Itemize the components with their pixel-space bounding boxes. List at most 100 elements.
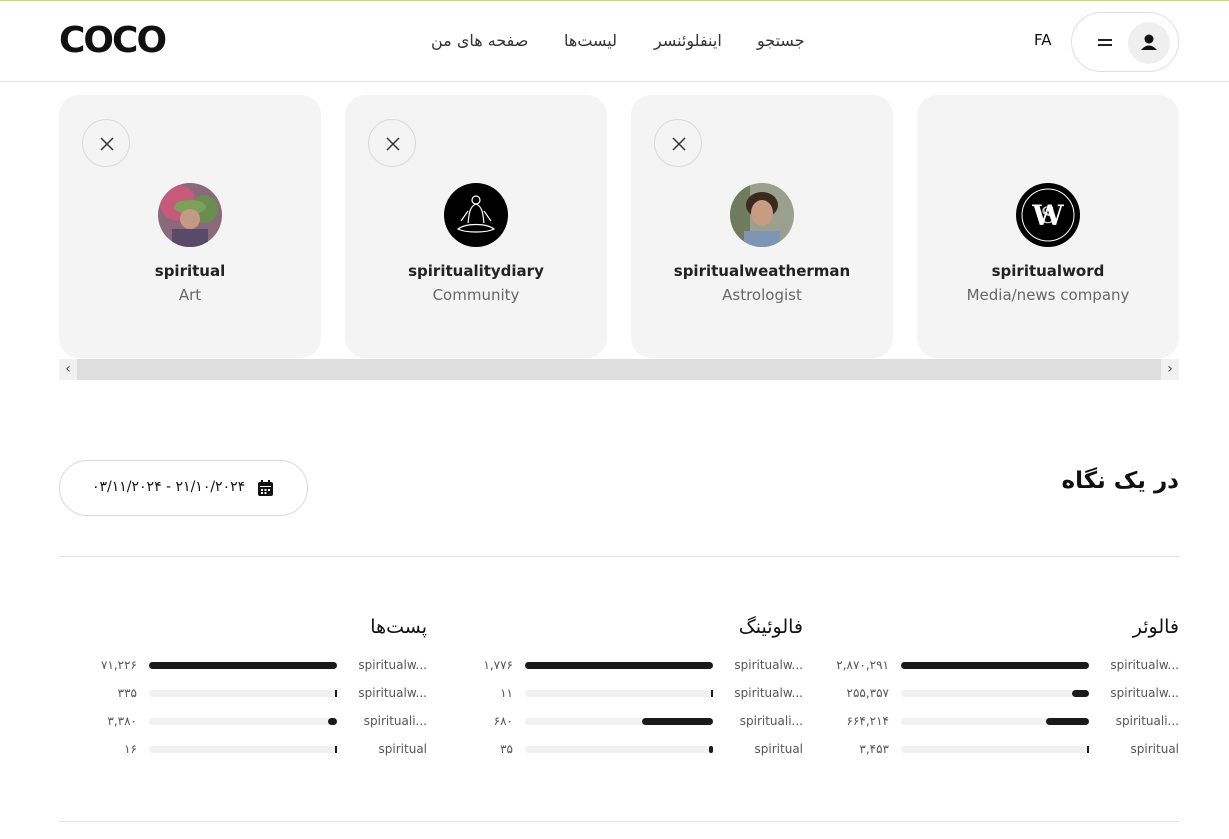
bar-track xyxy=(901,662,1089,669)
row-label: spiritual xyxy=(378,742,427,756)
horizontal-scrollbar[interactable]: ‹ › xyxy=(59,359,1179,380)
bar-track xyxy=(149,746,337,753)
profile-category: Art xyxy=(178,286,202,304)
row-value: ۲,۸۷۰,۲۹۱ xyxy=(836,658,889,672)
row-label: spiritualw... xyxy=(358,658,427,672)
row-value: ۲۵۵,۳۵۷ xyxy=(846,686,890,700)
bar-fill xyxy=(711,690,713,697)
profile-avatar xyxy=(444,183,508,247)
row-label: spiritual xyxy=(1130,742,1179,756)
stat-row: spiritualw... ۱۱ xyxy=(435,686,803,702)
bar-track xyxy=(525,718,713,725)
profile-category: Astrologist xyxy=(722,286,802,304)
close-icon xyxy=(100,137,114,151)
stat-row: spiritualw... ۲۵۵,۳۵۷ xyxy=(811,686,1180,702)
bar-track xyxy=(525,690,713,697)
row-label: spirituali... xyxy=(1115,714,1179,728)
profile-username[interactable]: spiritualword xyxy=(917,262,1179,280)
bar-track xyxy=(149,690,337,697)
bar-fill xyxy=(149,662,337,669)
profile-avatar xyxy=(158,183,222,247)
bar-fill xyxy=(335,690,337,697)
bar-track xyxy=(525,746,713,753)
stat-row: spiritual ۳,۴۵۳ xyxy=(811,742,1179,758)
posts-stats: پست‌ها spiritualw... ۷۱,۲۲۶ spiritualw..… xyxy=(59,614,427,764)
date-range-text: ۰۳/۱۱/۲۰۲۴ - ۲۱/۱۰/۲۰۲۴ xyxy=(92,479,246,495)
row-value: ۶۶۴,۲۱۴ xyxy=(846,714,890,728)
profile-category: Media/news company xyxy=(966,286,1130,304)
row-value: ۱,۷۷۶ xyxy=(483,658,513,672)
close-icon xyxy=(672,137,686,151)
row-label: spiritualw... xyxy=(1110,658,1179,672)
row-value: ۶۸۰ xyxy=(493,714,513,728)
nav-search[interactable]: جستجو xyxy=(757,31,805,50)
scroll-left-arrow-icon[interactable]: ‹ xyxy=(59,359,77,380)
bar-track xyxy=(149,662,337,669)
remove-card-button[interactable] xyxy=(368,119,416,167)
profile-card[interactable]: W S spiritualword Media/news company xyxy=(917,95,1179,358)
remove-card-button[interactable] xyxy=(654,119,702,167)
nav-my-pages[interactable]: صفحه های من xyxy=(431,31,528,50)
bar-fill xyxy=(328,718,337,725)
user-avatar xyxy=(1128,22,1170,64)
stat-row: spiritualw... ۷۱,۲۲۶ xyxy=(59,658,427,674)
bar-fill xyxy=(525,662,713,669)
bar-fill xyxy=(709,746,713,753)
stat-row: spiritualw... ۲,۸۷۰,۲۹۱ xyxy=(811,658,1179,674)
stat-row: spirituali... ۳,۳۸۰ xyxy=(59,714,427,730)
bar-track xyxy=(901,746,1089,753)
row-value: ۳,۴۵۳ xyxy=(859,742,889,756)
row-label: spiritualw... xyxy=(1110,686,1179,700)
profile-username[interactable]: spiritual xyxy=(59,262,321,280)
row-value: ۳۳۵ xyxy=(117,686,137,700)
nav-lists[interactable]: لیست‌ها xyxy=(564,31,617,50)
stat-title: فالوئر xyxy=(1132,616,1179,638)
profile-avatar xyxy=(730,183,794,247)
stat-title: فالوئینگ xyxy=(738,616,803,638)
user-icon xyxy=(1141,34,1157,50)
section-divider xyxy=(59,821,1179,822)
language-switch[interactable]: FA xyxy=(1034,31,1052,49)
hamburger-menu-icon xyxy=(1098,36,1112,48)
row-value: ۱۱ xyxy=(500,686,513,700)
profile-username[interactable]: spiritualitydiary xyxy=(345,262,607,280)
stat-row: spiritualw... ۳۳۵ xyxy=(59,686,427,702)
stat-row: spiritual ۳۵ xyxy=(435,742,803,758)
row-value: ۱۶ xyxy=(124,742,137,756)
calendar-icon xyxy=(258,480,273,496)
profile-card[interactable]: spiritualitydiary Community xyxy=(345,95,607,358)
date-range-picker[interactable]: ۰۳/۱۱/۲۰۲۴ - ۲۱/۱۰/۲۰۲۴ xyxy=(59,460,308,516)
row-value: ۳۵ xyxy=(500,742,513,756)
row-label: spiritual xyxy=(754,742,803,756)
row-label: spiritualw... xyxy=(734,686,803,700)
section-title: در یک نگاه xyxy=(1061,468,1179,494)
row-label: spirituali... xyxy=(739,714,803,728)
stat-row: spirituali... ۶۸۰ xyxy=(435,714,803,730)
top-header: COCO صفحه های من لیست‌ها اینفلوئنسر جستج… xyxy=(0,1,1229,82)
row-label: spiritualw... xyxy=(358,686,427,700)
bar-fill xyxy=(642,718,713,725)
profile-username[interactable]: spiritualweatherman xyxy=(631,262,893,280)
user-menu-button[interactable] xyxy=(1071,12,1179,72)
row-label: spiritualw... xyxy=(734,658,803,672)
bar-fill xyxy=(335,746,337,753)
nav-influencer[interactable]: اینفلوئنسر xyxy=(654,31,722,50)
bar-track xyxy=(901,690,1089,697)
coco-logo[interactable]: COCO xyxy=(59,23,167,59)
bar-fill xyxy=(1072,690,1089,697)
bar-fill xyxy=(1046,718,1089,725)
row-value: ۳,۳۸۰ xyxy=(107,714,137,728)
svg-text:S: S xyxy=(1040,204,1055,229)
scroll-right-arrow-icon[interactable]: › xyxy=(1161,359,1179,380)
profile-card[interactable]: spiritual Art xyxy=(59,95,321,358)
profile-card[interactable]: spiritualweatherman Astrologist xyxy=(631,95,893,358)
bar-track xyxy=(901,718,1089,725)
remove-card-button[interactable] xyxy=(82,119,130,167)
row-value: ۷۱,۲۲۶ xyxy=(100,658,137,672)
bar-track xyxy=(525,662,713,669)
close-icon xyxy=(386,137,400,151)
bar-fill xyxy=(901,662,1089,669)
stat-row: spirituali... ۶۶۴,۲۱۴ xyxy=(811,714,1180,730)
scrollbar-thumb[interactable] xyxy=(77,359,1161,380)
section-divider xyxy=(59,556,1179,557)
